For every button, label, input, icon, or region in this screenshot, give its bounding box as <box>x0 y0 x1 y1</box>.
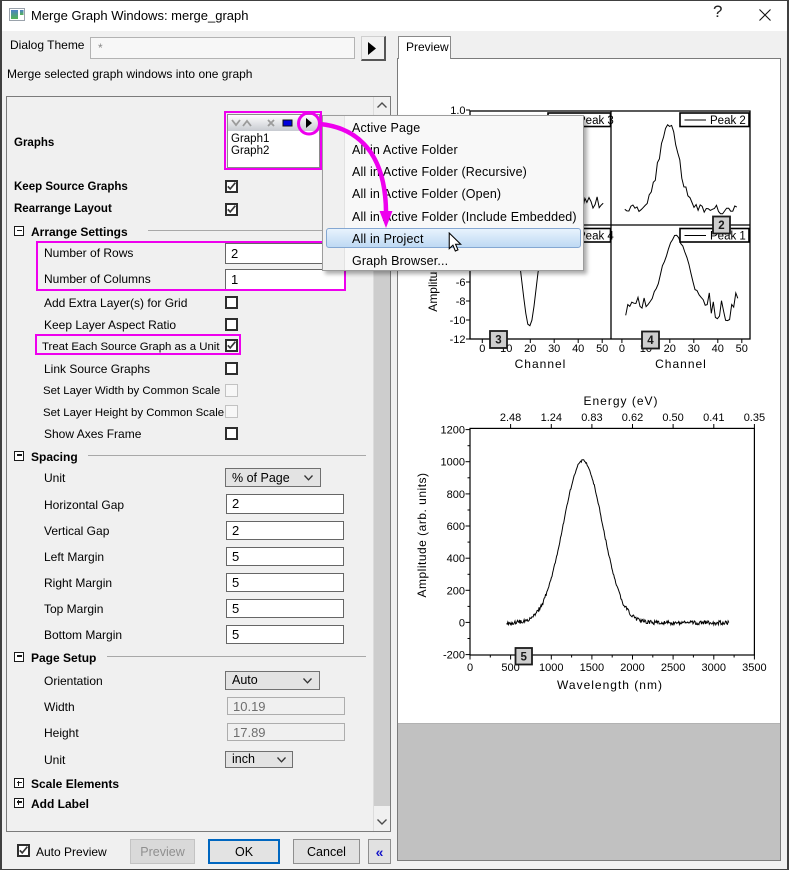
svg-text:600: 600 <box>447 521 465 533</box>
svg-text:-200: -200 <box>443 650 465 662</box>
svg-text:0: 0 <box>479 343 485 355</box>
svg-text:2000: 2000 <box>620 662 644 674</box>
svg-text:0.35: 0.35 <box>744 412 765 424</box>
svg-text:3000: 3000 <box>702 662 726 674</box>
svg-text:Wavelength (nm): Wavelength (nm) <box>557 678 663 692</box>
svg-text:5: 5 <box>521 651 528 663</box>
svg-text:0: 0 <box>467 662 473 674</box>
svg-text:Channel: Channel <box>655 357 707 371</box>
svg-text:2: 2 <box>718 220 724 232</box>
svg-text:0.62: 0.62 <box>622 412 643 424</box>
svg-text:30: 30 <box>548 343 560 355</box>
svg-text:1000: 1000 <box>441 457 465 469</box>
svg-text:2.48: 2.48 <box>500 412 521 424</box>
svg-text:1200: 1200 <box>441 425 465 437</box>
svg-text:40: 40 <box>712 343 724 355</box>
svg-text:-12: -12 <box>450 334 466 346</box>
svg-text:1000: 1000 <box>539 662 563 674</box>
svg-text:3500: 3500 <box>742 662 766 674</box>
svg-text:40: 40 <box>572 343 584 355</box>
svg-text:20: 20 <box>524 343 536 355</box>
svg-text:-6: -6 <box>456 277 466 289</box>
svg-text:30: 30 <box>688 343 700 355</box>
svg-text:50: 50 <box>596 343 608 355</box>
svg-text:0: 0 <box>619 343 625 355</box>
svg-text:3: 3 <box>495 335 501 347</box>
svg-text:50: 50 <box>736 343 748 355</box>
svg-text:0: 0 <box>459 617 465 629</box>
svg-text:Amplitude (arb. units): Amplitude (arb. units) <box>415 472 429 597</box>
svg-text:0.83: 0.83 <box>581 412 602 424</box>
svg-text:200: 200 <box>447 585 465 597</box>
svg-text:2500: 2500 <box>661 662 685 674</box>
svg-text:Channel: Channel <box>515 357 567 371</box>
svg-text:Peak 2: Peak 2 <box>710 115 746 127</box>
svg-text:-10: -10 <box>450 315 466 327</box>
svg-text:800: 800 <box>447 489 465 501</box>
svg-text:0.50: 0.50 <box>662 412 683 424</box>
svg-text:4: 4 <box>647 335 654 347</box>
svg-text:1.24: 1.24 <box>541 412 562 424</box>
svg-text:20: 20 <box>664 343 676 355</box>
svg-text:1500: 1500 <box>580 662 604 674</box>
svg-text:Energy (eV): Energy (eV) <box>583 394 658 408</box>
svg-text:400: 400 <box>447 553 465 565</box>
svg-text:0.41: 0.41 <box>703 412 724 424</box>
svg-text:-8: -8 <box>456 296 466 308</box>
